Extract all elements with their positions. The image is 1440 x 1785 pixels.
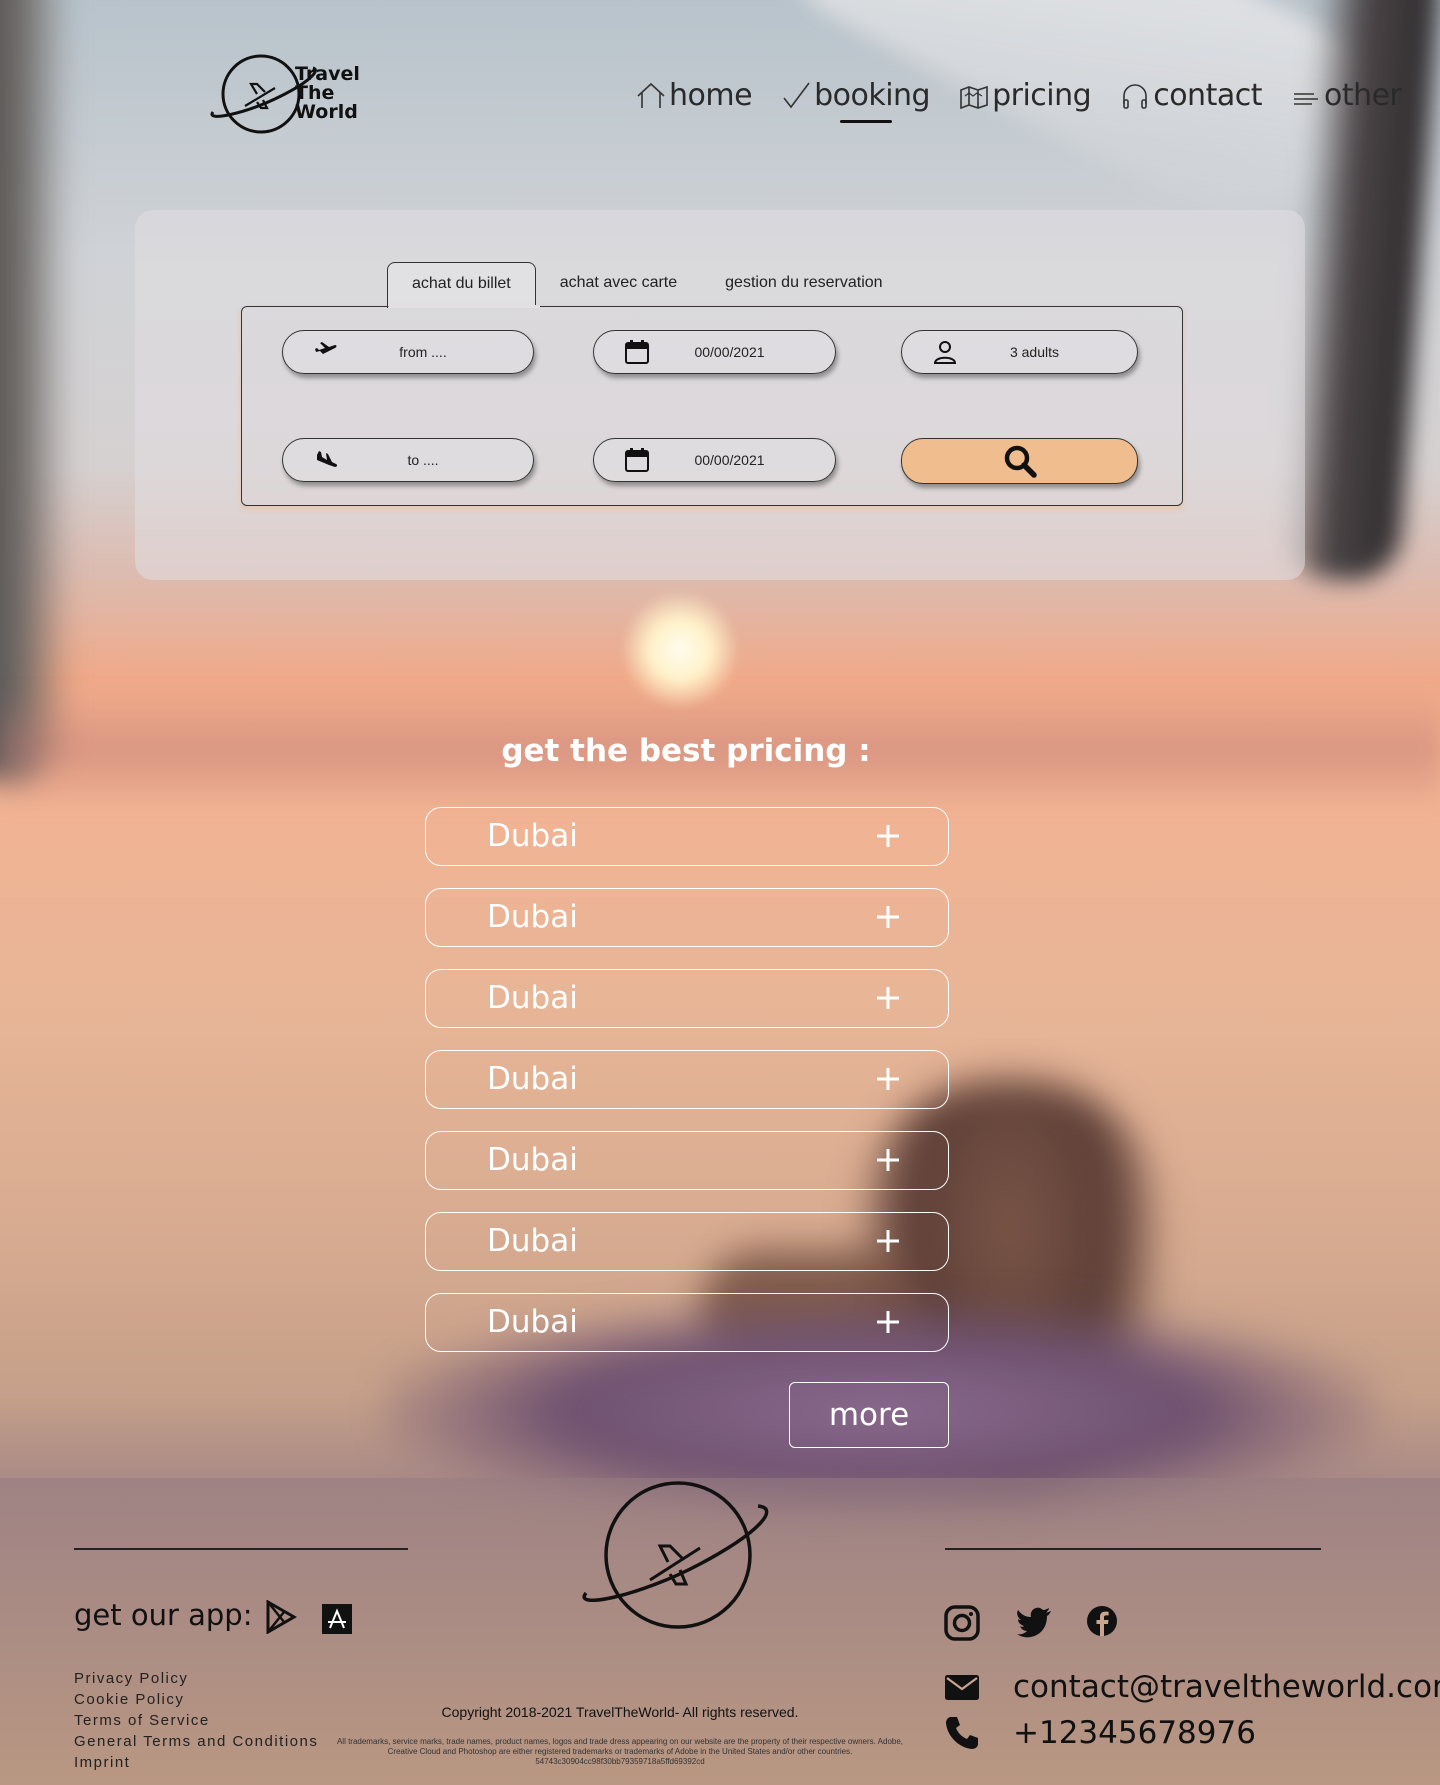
user-icon (933, 341, 957, 364)
pricing-item[interactable]: Dubai (425, 1212, 949, 1271)
contact-phone-text: +12345678976 (1013, 1715, 1256, 1751)
nav-pricing[interactable]: pricing (958, 78, 1092, 113)
nav-booking[interactable]: booking (780, 78, 931, 123)
trademark-notice: All trademarks, service marks, trade nam… (336, 1737, 904, 1766)
terms-of-service-link[interactable]: Terms of Service (74, 1710, 318, 1731)
plus-icon (877, 987, 899, 1009)
brand-wordmark: Travel The World (295, 65, 360, 122)
pricing-list: Dubai Dubai Dubai Dubai Dubai Dubai Duba… (425, 807, 949, 1374)
brand-line-3: World (295, 101, 358, 123)
brand-logo[interactable]: Travel The World (205, 50, 375, 135)
pricing-item-name: Dubai (487, 1061, 578, 1097)
nav-home[interactable]: home (635, 78, 753, 113)
pricing-title: get the best pricing : (501, 733, 871, 769)
return-date-input[interactable]: 00/00/2021 (593, 438, 836, 482)
pricing-item[interactable]: Dubai (425, 1293, 949, 1352)
nav-contact-label: contact (1153, 78, 1262, 113)
footer-divider-right (945, 1548, 1321, 1550)
depart-date-input[interactable]: 00/00/2021 (593, 330, 836, 374)
booking-tabs: achat du billet achat avec carte gestion… (387, 262, 907, 308)
facebook-icon[interactable] (1083, 1602, 1121, 1640)
footer-divider-left (74, 1548, 408, 1550)
contact-email-text: contact@traveltheworld.com (1013, 1669, 1440, 1705)
get-app-label: get our app: (74, 1598, 253, 1632)
pricing-item[interactable]: Dubai (425, 1131, 949, 1190)
plus-icon (877, 1230, 899, 1252)
contact-phone[interactable]: +12345678976 (943, 1714, 1256, 1752)
calendar-icon (625, 448, 649, 472)
tab-achat-avec-carte[interactable]: achat avec carte (536, 262, 701, 308)
imprint-link[interactable]: Imprint (74, 1752, 318, 1773)
contact-email[interactable]: contact@traveltheworld.com (943, 1668, 1440, 1706)
nav-booking-label: booking (814, 78, 931, 113)
plane-takeoff-icon (315, 342, 337, 359)
privacy-policy-link[interactable]: Privacy Policy (74, 1668, 318, 1689)
menu-lines-icon (1293, 92, 1318, 105)
app-store-icon[interactable] (320, 1602, 354, 1636)
from-input[interactable]: from .... (282, 330, 534, 374)
checkmark-icon (783, 82, 810, 108)
pricing-item-name: Dubai (487, 899, 578, 935)
home-icon (637, 82, 665, 108)
tab-gestion-reservation[interactable]: gestion du reservation (701, 262, 906, 308)
pricing-item[interactable]: Dubai (425, 807, 949, 866)
main-nav: home booking pricing contact other (635, 78, 1429, 123)
twitter-icon[interactable] (1016, 1603, 1054, 1641)
nav-pricing-label: pricing (992, 78, 1092, 113)
phone-icon (946, 1717, 978, 1749)
window-frame-left (0, 0, 70, 780)
plus-icon (877, 906, 899, 928)
pricing-item-name: Dubai (487, 1304, 578, 1340)
headphones-icon (1123, 83, 1148, 109)
plus-icon (877, 1068, 899, 1090)
plus-icon (877, 1311, 899, 1333)
pricing-item[interactable]: Dubai (425, 1050, 949, 1109)
tab-achat-du-billet[interactable]: achat du billet (387, 262, 536, 308)
nav-other[interactable]: other (1290, 78, 1402, 113)
envelope-icon (945, 1675, 979, 1700)
search-button[interactable] (901, 438, 1138, 484)
pricing-item-name: Dubai (487, 1142, 578, 1178)
nav-home-label: home (669, 78, 753, 113)
pricing-item-name: Dubai (487, 818, 578, 854)
calendar-icon (625, 340, 649, 364)
instagram-icon[interactable] (943, 1604, 981, 1642)
map-icon (960, 85, 988, 109)
pricing-item[interactable]: Dubai (425, 969, 949, 1028)
google-play-icon[interactable] (264, 1600, 298, 1634)
cookie-policy-link[interactable]: Cookie Policy (74, 1689, 318, 1710)
nav-contact[interactable]: contact (1119, 78, 1262, 113)
sun (620, 590, 740, 710)
tab-joint (389, 305, 540, 308)
passengers-input[interactable]: 3 adults (901, 330, 1138, 374)
more-button[interactable]: more (789, 1382, 949, 1448)
general-terms-link[interactable]: General Terms and Conditions (74, 1731, 318, 1752)
search-icon (1004, 445, 1037, 478)
copyright: Copyright 2018-2021 TravelTheWorld- All … (441, 1704, 799, 1720)
footer-logo-icon[interactable] (580, 1478, 780, 1638)
nav-other-label: other (1323, 78, 1402, 113)
pricing-item-name: Dubai (487, 1223, 578, 1259)
plus-icon (877, 825, 899, 847)
plane-landing-icon (315, 451, 338, 470)
to-input[interactable]: to .... (282, 438, 534, 482)
legal-links: Privacy Policy Cookie Policy Terms of Se… (74, 1668, 318, 1773)
pricing-item[interactable]: Dubai (425, 888, 949, 947)
plus-icon (877, 1149, 899, 1171)
pricing-item-name: Dubai (487, 980, 578, 1016)
